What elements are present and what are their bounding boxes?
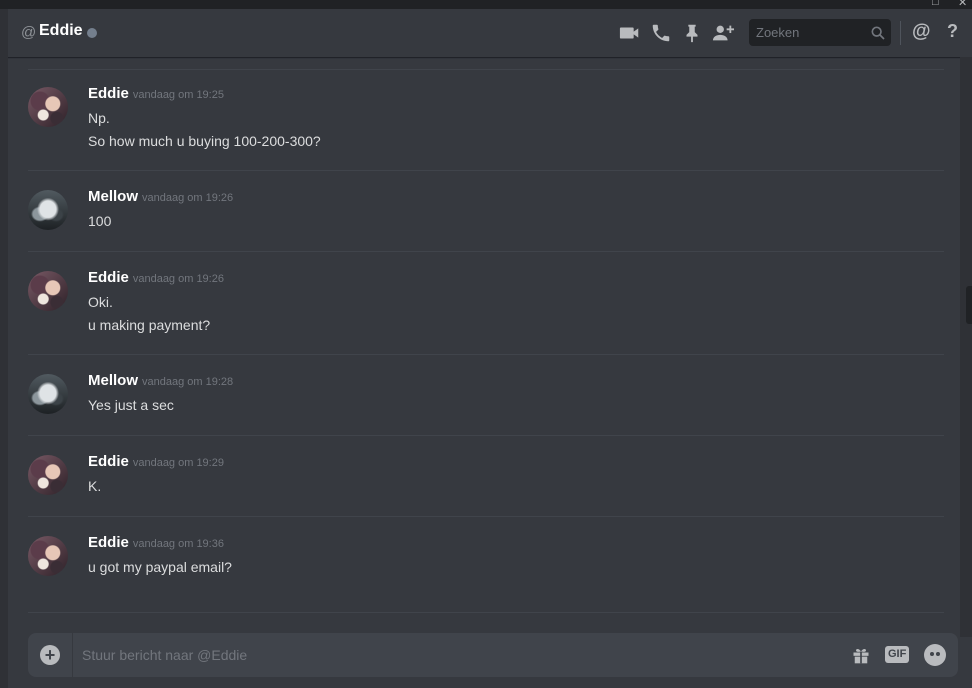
gift-icon[interactable]: [851, 645, 871, 665]
message-text: K.: [88, 478, 102, 494]
page-title: Eddie: [39, 22, 83, 39]
message-text: So how much u buying 100-200-300?: [88, 133, 321, 149]
message-author[interactable]: Eddie vandaag om 19:36: [88, 534, 224, 551]
avatar[interactable]: [28, 455, 68, 495]
status-indicator: [87, 28, 97, 38]
message-divider: [28, 69, 944, 70]
message-timestamp: vandaag om 19:28: [142, 376, 234, 388]
help-button[interactable]: ?: [947, 21, 958, 42]
message-group: Mellow vandaag om 19:26 100: [28, 188, 944, 250]
sidebar-edge: [0, 9, 8, 688]
gif-button[interactable]: GIF: [885, 646, 910, 663]
message-author[interactable]: Mellow vandaag om 19:28: [88, 372, 233, 389]
message-author[interactable]: Eddie vandaag om 19:26: [88, 269, 224, 286]
attach-file-button[interactable]: +: [40, 645, 60, 665]
message-text: Oki.: [88, 294, 113, 310]
scrollbar-track[interactable]: [960, 57, 972, 637]
message-divider: [28, 612, 944, 613]
message-divider: [28, 516, 944, 517]
close-icon[interactable]: ✕: [958, 0, 967, 9]
search-placeholder: Zoeken: [756, 25, 800, 40]
message-group: Eddie vandaag om 19:36 u got my paypal em…: [28, 534, 944, 596]
scrollbar-thumb[interactable]: [966, 286, 972, 324]
message-composer: + GIF: [28, 633, 958, 677]
maximize-icon[interactable]: □: [932, 0, 939, 8]
search-box[interactable]: Zoeken: [749, 19, 891, 46]
message-author[interactable]: Mellow vandaag om 19:26: [88, 188, 233, 205]
message-group: Eddie vandaag om 19:29 K.: [28, 453, 944, 515]
search-icon: [871, 26, 885, 40]
message-timestamp: vandaag om 19:29: [132, 457, 224, 469]
message-divider: [28, 170, 944, 171]
add-friend-icon[interactable]: [712, 22, 734, 44]
message-divider: [28, 354, 944, 355]
message-text: u got my paypal email?: [88, 559, 232, 575]
dm-at-icon: @: [21, 24, 37, 41]
avatar[interactable]: [28, 87, 68, 127]
message-text: u making payment?: [88, 317, 211, 333]
message-text: Yes just a sec: [88, 397, 174, 413]
voice-call-icon[interactable]: [650, 22, 672, 44]
avatar[interactable]: [28, 190, 68, 230]
header-divider: [900, 21, 901, 45]
message-input[interactable]: [74, 633, 834, 677]
message-group: Mellow vandaag om 19:28 Yes just a sec: [28, 372, 944, 434]
message-timestamp: vandaag om 19:26: [142, 192, 234, 204]
message-list: Eddie vandaag om 19:25 Np. So how much u …: [8, 57, 958, 620]
emoji-eye: [930, 652, 934, 656]
message-divider: [28, 435, 944, 436]
message-timestamp: vandaag om 19:26: [132, 273, 224, 285]
message-divider: [28, 251, 944, 252]
message-group: Eddie vandaag om 19:26 Oki. u making paym…: [28, 269, 944, 351]
avatar[interactable]: [28, 536, 68, 576]
window-titlebar: □ ✕: [0, 0, 972, 9]
emoji-picker-icon[interactable]: [924, 644, 946, 666]
composer-divider: [72, 633, 73, 677]
message-author[interactable]: Eddie vandaag om 19:25: [88, 85, 224, 102]
channel-header: @ Eddie Zoeken @ ?: [8, 9, 972, 57]
message-timestamp: vandaag om 19:25: [132, 89, 224, 101]
mentions-button[interactable]: @: [912, 21, 931, 43]
message-text: 100: [88, 213, 112, 229]
avatar[interactable]: [28, 374, 68, 414]
video-call-icon[interactable]: [619, 22, 641, 44]
message-text: Np.: [88, 110, 110, 126]
avatar[interactable]: [28, 271, 68, 311]
message-timestamp: vandaag om 19:36: [132, 538, 224, 550]
message-group: Eddie vandaag om 19:25 Np. So how much u …: [28, 85, 944, 167]
pinned-messages-icon[interactable]: [681, 22, 703, 44]
message-author[interactable]: Eddie vandaag om 19:29: [88, 453, 224, 470]
emoji-eye: [936, 652, 940, 656]
